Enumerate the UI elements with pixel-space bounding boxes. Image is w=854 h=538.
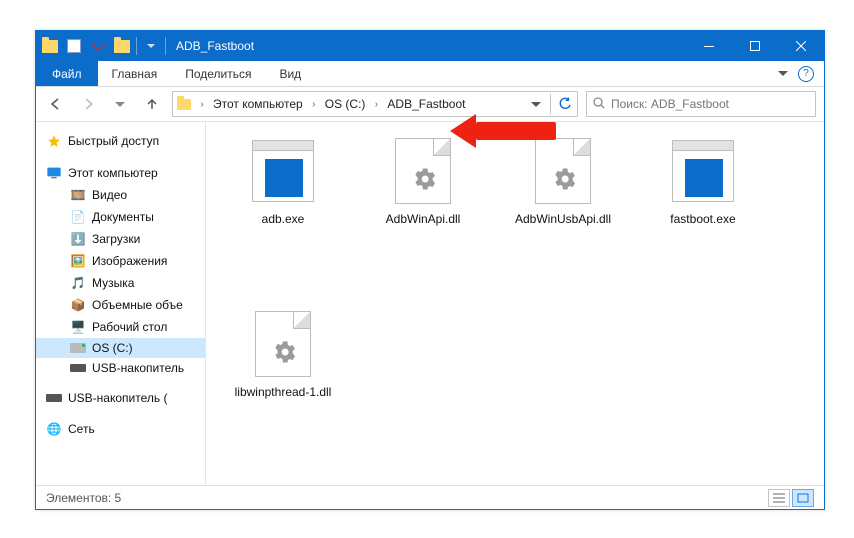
- sidebar-item-pictures[interactable]: 🖼️ Изображения: [36, 250, 205, 272]
- search-input[interactable]: [611, 97, 809, 111]
- image-icon: 🖼️: [70, 253, 86, 269]
- nav-up-button[interactable]: [140, 90, 164, 118]
- sidebar-item-usb[interactable]: USB-накопитель: [36, 358, 205, 378]
- dll-icon: [395, 138, 451, 204]
- address-dropdown-icon[interactable]: [524, 102, 548, 107]
- usb-icon: [70, 364, 86, 372]
- download-icon: ⬇️: [70, 231, 86, 247]
- sidebar-label: Объемные объе: [92, 298, 183, 312]
- file-label: adb.exe: [262, 212, 305, 226]
- folder-icon[interactable]: [40, 36, 60, 56]
- quick-access-toolbar: [36, 36, 170, 56]
- checkmark-icon[interactable]: [88, 36, 108, 56]
- sidebar-label: Рабочий стол: [92, 320, 167, 334]
- sidebar-label: Документы: [92, 210, 154, 224]
- sidebar-label: USB-накопитель (: [68, 391, 167, 405]
- chevron-right-icon[interactable]: ›: [369, 99, 383, 110]
- sidebar-item-music[interactable]: 🎵 Музыка: [36, 272, 205, 294]
- dll-icon: [535, 138, 591, 204]
- sidebar-label: Музыка: [92, 276, 134, 290]
- folder2-icon[interactable]: [112, 36, 132, 56]
- network-icon: 🌐: [46, 421, 62, 437]
- ribbon: Файл Главная Поделиться Вид ?: [36, 61, 824, 87]
- sidebar-item-downloads[interactable]: ⬇️ Загрузки: [36, 228, 205, 250]
- properties-icon[interactable]: [64, 36, 84, 56]
- sidebar-label: Этот компьютер: [68, 166, 158, 180]
- cube-icon: 📦: [70, 297, 86, 313]
- sidebar-item-thispc[interactable]: Этот компьютер: [36, 162, 205, 184]
- sidebar-item-network[interactable]: 🌐 Сеть: [36, 418, 205, 440]
- search-icon: [593, 97, 605, 112]
- file-label: AdbWinUsbApi.dll: [515, 212, 611, 226]
- body: Быстрый доступ Этот компьютер 🎞️ Видео 📄 Д…: [36, 121, 824, 485]
- exe-icon: [252, 140, 314, 202]
- sidebar-label: Сеть: [68, 422, 95, 436]
- nav-history-dropdown[interactable]: [108, 90, 132, 118]
- sidebar-label: OS (C:): [92, 341, 133, 355]
- dll-icon: [255, 311, 311, 377]
- view-large-icons-button[interactable]: [792, 489, 814, 507]
- file-label: libwinpthread-1.dll: [235, 385, 332, 399]
- maximize-button[interactable]: [732, 31, 778, 61]
- address-bar[interactable]: › Этот компьютер › OS (C:) › ADB_Fastboo…: [172, 91, 578, 117]
- file-label: fastboot.exe: [670, 212, 735, 226]
- breadcrumb-seg-thispc[interactable]: Этот компьютер: [209, 97, 307, 111]
- sidebar-item-video[interactable]: 🎞️ Видео: [36, 184, 205, 206]
- sidebar-item-documents[interactable]: 📄 Документы: [36, 206, 205, 228]
- file-item[interactable]: fastboot.exe: [638, 136, 768, 226]
- nav-pane: Быстрый доступ Этот компьютер 🎞️ Видео 📄 Д…: [36, 122, 206, 485]
- chevron-right-icon[interactable]: ›: [195, 99, 209, 110]
- sidebar-label: Видео: [92, 188, 127, 202]
- sidebar-item-usb-root[interactable]: USB-накопитель (: [36, 388, 205, 408]
- computer-icon: [46, 165, 62, 181]
- usb-icon: [46, 394, 62, 402]
- refresh-icon[interactable]: [553, 97, 577, 111]
- close-button[interactable]: [778, 31, 824, 61]
- item-count: Элементов: 5: [46, 491, 121, 505]
- sidebar-label: USB-накопитель: [92, 361, 184, 375]
- ribbon-tab-view[interactable]: Вид: [265, 61, 315, 86]
- ribbon-tab-share[interactable]: Поделиться: [171, 61, 265, 86]
- qat-dropdown[interactable]: [141, 36, 161, 56]
- search-box[interactable]: [586, 91, 816, 117]
- sidebar-label: Изображения: [92, 254, 167, 268]
- document-icon: 📄: [70, 209, 86, 225]
- chevron-right-icon[interactable]: ›: [307, 99, 321, 110]
- star-icon: [46, 133, 62, 149]
- video-icon: 🎞️: [70, 187, 86, 203]
- window-title: ADB_Fastboot: [176, 39, 254, 53]
- explorer-window: ADB_Fastboot Файл Главная Поделиться Вид…: [35, 30, 825, 510]
- file-list[interactable]: adb.exe AdbWinApi.dll AdbWinUsbApi.dll fast…: [206, 122, 824, 485]
- file-label: AdbWinApi.dll: [386, 212, 461, 226]
- sidebar-item-desktop[interactable]: 🖥️ Рабочий стол: [36, 316, 205, 338]
- sidebar-label: Загрузки: [92, 232, 140, 246]
- file-item[interactable]: libwinpthread-1.dll: [218, 309, 348, 399]
- view-details-button[interactable]: [768, 489, 790, 507]
- status-bar: Элементов: 5: [36, 485, 824, 509]
- nav-back-button[interactable]: [44, 90, 68, 118]
- sidebar-item-osc[interactable]: OS (C:): [36, 338, 205, 358]
- sidebar-item-3dobjects[interactable]: 📦 Объемные объе: [36, 294, 205, 316]
- file-item[interactable]: AdbWinApi.dll: [358, 136, 488, 226]
- music-icon: 🎵: [70, 275, 86, 291]
- file-item[interactable]: AdbWinUsbApi.dll: [498, 136, 628, 226]
- file-item[interactable]: adb.exe: [218, 136, 348, 226]
- drive-icon: [70, 343, 86, 353]
- nav-row: › Этот компьютер › OS (C:) › ADB_Fastboo…: [36, 87, 824, 121]
- desktop-icon: 🖥️: [70, 319, 86, 335]
- breadcrumb-seg-folder[interactable]: ADB_Fastboot: [383, 97, 469, 111]
- minimize-button[interactable]: [686, 31, 732, 61]
- ribbon-expand-icon[interactable]: [778, 71, 788, 76]
- folder-icon: [173, 99, 195, 110]
- nav-forward-button[interactable]: [76, 90, 100, 118]
- titlebar: ADB_Fastboot: [36, 31, 824, 61]
- ribbon-tab-file[interactable]: Файл: [36, 61, 98, 86]
- exe-icon: [672, 140, 734, 202]
- sidebar-label: Быстрый доступ: [68, 134, 159, 148]
- help-icon[interactable]: ?: [798, 66, 814, 82]
- breadcrumb-seg-drive[interactable]: OS (C:): [321, 97, 370, 111]
- sidebar-item-quick-access[interactable]: Быстрый доступ: [36, 130, 205, 152]
- ribbon-tab-home[interactable]: Главная: [98, 61, 172, 86]
